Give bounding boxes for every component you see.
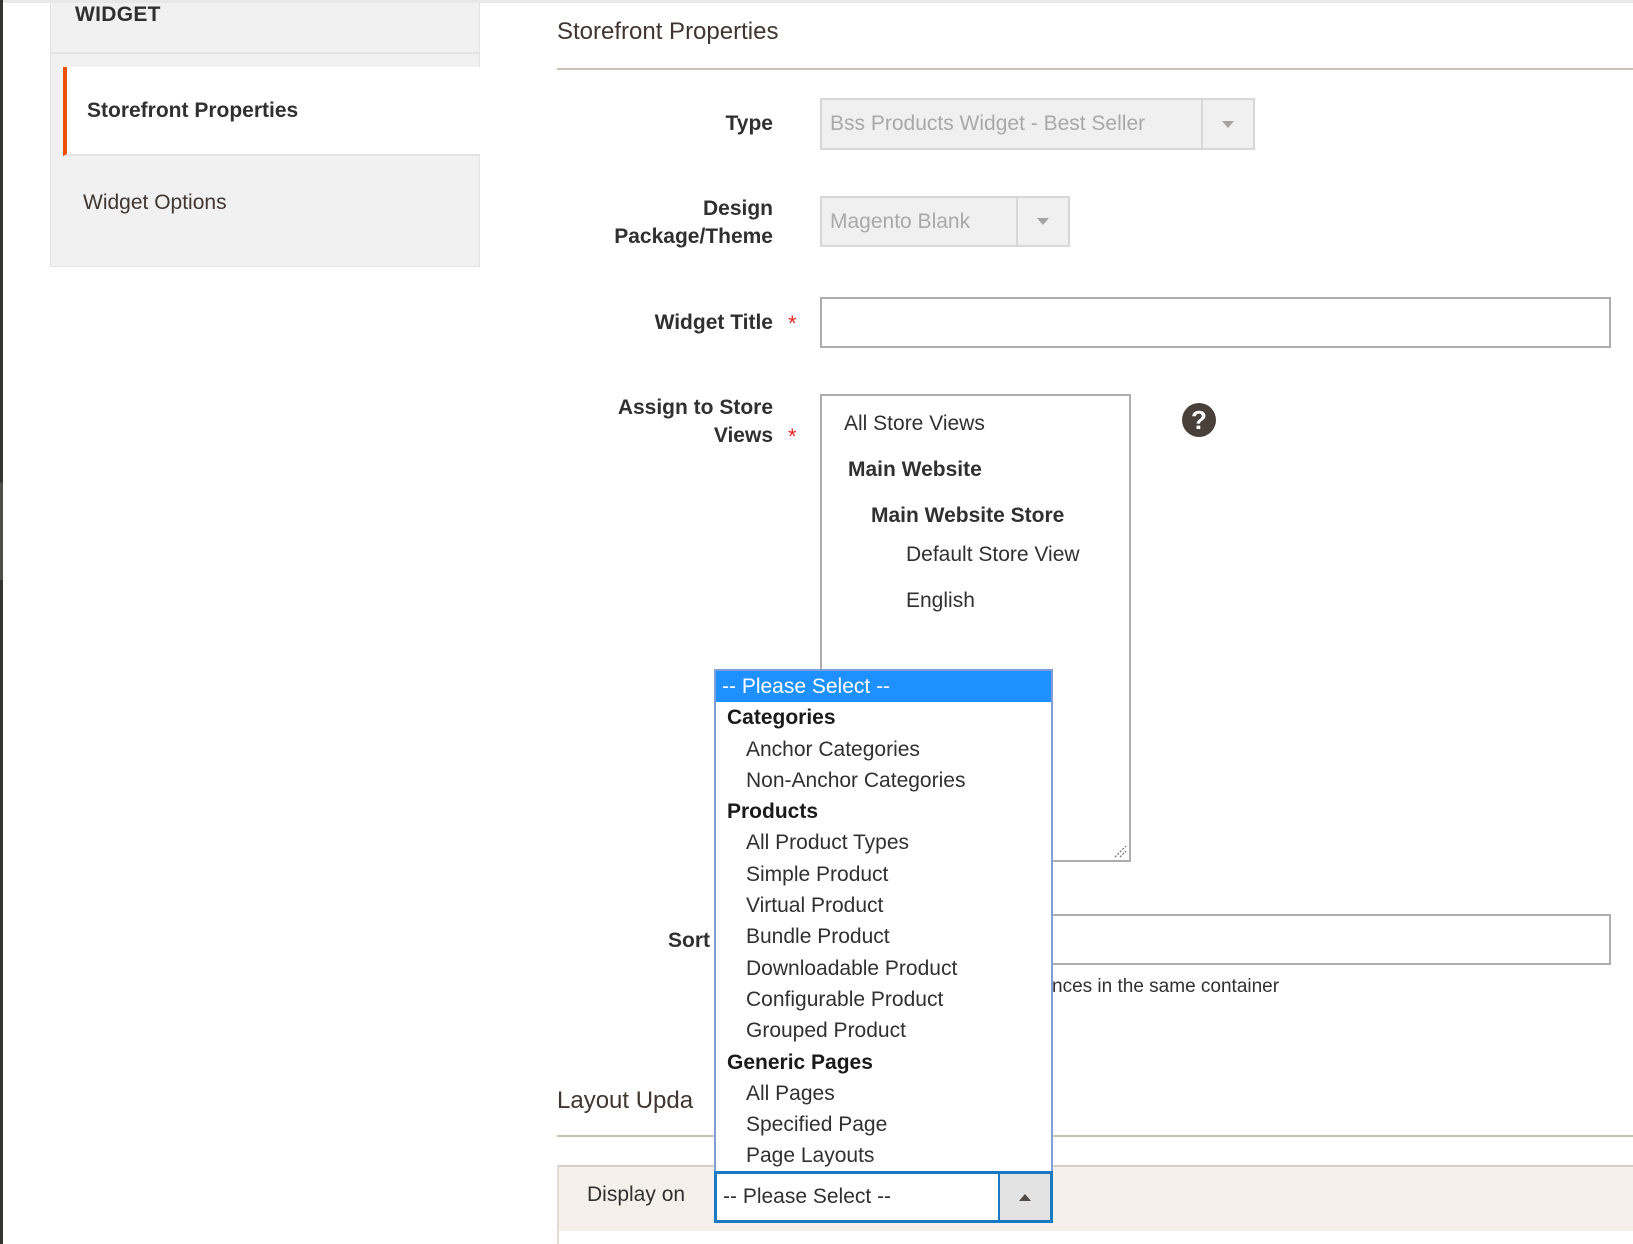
store-option-english[interactable]: English	[906, 589, 975, 613]
dropdown-option-please-select[interactable]: -- Please Select --	[716, 671, 1051, 703]
layout-updates-title: Layout Upda	[557, 1087, 694, 1114]
store-option-default-store-view[interactable]: Default Store View	[906, 543, 1080, 567]
design-label: Design Package/Theme	[553, 195, 773, 251]
store-option-main-website-store[interactable]: Main Website Store	[871, 504, 1064, 528]
dropdown-option-simple-product[interactable]: Simple Product	[716, 859, 1051, 890]
type-label: Type	[725, 112, 773, 135]
widget-title-label: Widget Title	[654, 311, 773, 334]
dropdown-option-non-anchor-categories[interactable]: Non-Anchor Categories	[716, 765, 1051, 796]
required-asterisk: *	[788, 424, 797, 449]
display-on-label: Display on	[587, 1183, 686, 1206]
dropdown-option-anchor-categories[interactable]: Anchor Categories	[716, 734, 1051, 765]
sort-order-label: Sort	[668, 929, 710, 952]
sidebar-item-widget-options[interactable]: Widget Options	[63, 158, 480, 248]
sidebar-item-label: Widget Options	[83, 191, 227, 214]
design-label-line1: Design	[702, 197, 773, 220]
help-icon[interactable]: ?	[1182, 403, 1216, 437]
widget-title-input[interactable]	[820, 297, 1611, 348]
design-theme-select[interactable]: Magento Blank	[820, 196, 1070, 247]
dropdown-option-all-product-types[interactable]: All Product Types	[716, 827, 1051, 858]
storefront-section-title: Storefront Properties	[557, 18, 779, 45]
display-on-select[interactable]: -- Please Select --	[714, 1171, 1053, 1223]
store-views-label-line1: Assign to Store	[617, 396, 773, 419]
dropdown-option-page-layouts[interactable]: Page Layouts	[716, 1140, 1051, 1171]
dropdown-option-configurable-product[interactable]: Configurable Product	[716, 984, 1051, 1015]
dropdown-group-products: Products	[727, 800, 819, 824]
sidebar-divider	[51, 52, 479, 54]
chevron-up-icon	[998, 1174, 1050, 1220]
dropdown-group-categories: Categories	[727, 706, 836, 730]
resize-handle-icon[interactable]	[1113, 844, 1127, 858]
section-divider	[557, 68, 1633, 70]
sidebar-title: WIDGET	[75, 3, 161, 26]
store-views-label-line2: Views	[713, 424, 773, 447]
design-select-value: Magento Blank	[830, 209, 971, 233]
dropdown-option-all-pages[interactable]: All Pages	[716, 1078, 1051, 1109]
sidebar-item-label: Storefront Properties	[87, 98, 299, 122]
store-option-all-store-views[interactable]: All Store Views	[844, 412, 985, 436]
dropdown-option-bundle-product[interactable]: Bundle Product	[716, 921, 1051, 952]
sort-order-note: nces in the same container	[1052, 976, 1280, 997]
store-views-label: Assign to Store Views	[553, 394, 773, 450]
dropdown-option-downloadable-product[interactable]: Downloadable Product	[716, 953, 1051, 984]
window-edge	[0, 0, 3, 1244]
sidebar-item-storefront-properties[interactable]: Storefront Properties	[63, 67, 480, 156]
widget-sidebar: WIDGET Storefront Properties Widget Opti…	[50, 3, 480, 267]
display-on-select-value: -- Please Select --	[723, 1185, 892, 1208]
dropdown-option-specified-page[interactable]: Specified Page	[716, 1109, 1051, 1140]
required-asterisk: *	[788, 311, 797, 336]
type-select-value: Bss Products Widget - Best Seller	[830, 112, 1146, 135]
display-on-dropdown-list[interactable]: -- Please Select -- Categories Anchor Cate…	[714, 669, 1053, 1171]
store-option-main-website[interactable]: Main Website	[848, 458, 982, 482]
type-select[interactable]: Bss Products Widget - Best Seller	[820, 98, 1255, 150]
chevron-down-icon	[1016, 198, 1068, 245]
design-label-line2: Package/Theme	[614, 225, 773, 248]
chevron-down-icon	[1201, 100, 1253, 148]
dropdown-option-grouped-product[interactable]: Grouped Product	[716, 1015, 1051, 1046]
dropdown-option-virtual-product[interactable]: Virtual Product	[716, 890, 1051, 921]
dropdown-group-generic-pages: Generic Pages	[727, 1050, 873, 1074]
